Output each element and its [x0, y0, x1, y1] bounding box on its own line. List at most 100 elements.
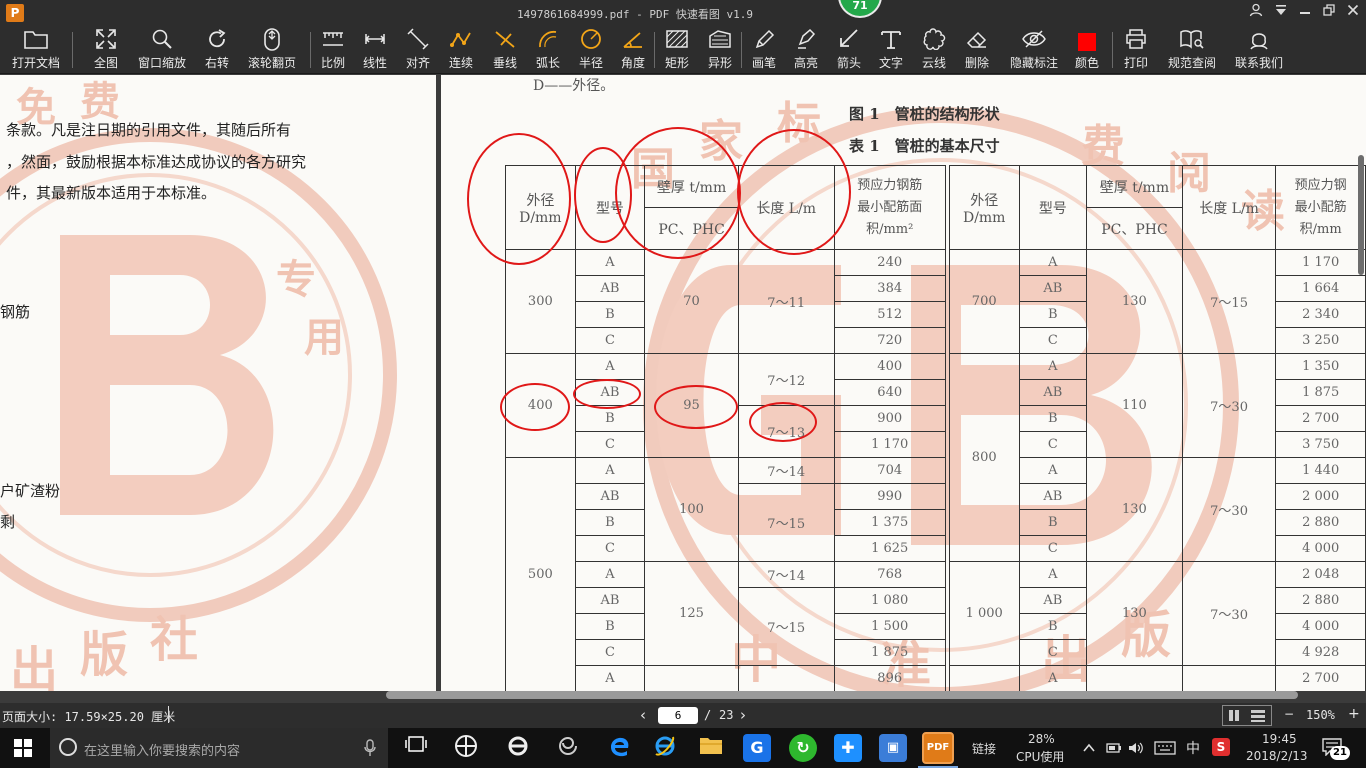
g-app-icon[interactable]: G [743, 734, 771, 762]
cell-type: C [574, 327, 646, 354]
taskbar-search-box[interactable]: 在这里输入你要搜索的内容 [50, 728, 388, 768]
watermark-char: 用 [304, 314, 344, 361]
cell-steel: 640 [833, 379, 946, 406]
ie-browser-icon[interactable] [504, 734, 532, 762]
pen-icon [749, 28, 779, 56]
restore-button[interactable] [1318, 3, 1340, 23]
horizontal-scrollbar[interactable] [386, 691, 1298, 699]
hide-annotation-button[interactable]: 隐藏标注 [1006, 28, 1062, 72]
swirl-app-icon[interactable] [554, 734, 582, 762]
link-label[interactable]: 链接 [972, 740, 996, 757]
photo-app-icon[interactable]: ▣ [879, 734, 907, 762]
next-page-button[interactable]: › [740, 706, 746, 724]
cell-type: C [574, 535, 646, 562]
highlight-button[interactable]: 高亮 [791, 28, 821, 72]
battery-icon[interactable] [1106, 740, 1122, 759]
print-button[interactable]: 打印 [1121, 28, 1151, 72]
cpu-percent: 28% [1028, 732, 1055, 746]
clock-time[interactable]: 19:45 [1262, 732, 1297, 746]
header-steel: 预应力钢筋 最小配筋面 积/mm² [833, 165, 946, 250]
keyboard-icon[interactable] [1154, 740, 1176, 759]
cell-steel-right: 1 664 [1275, 275, 1366, 302]
annotation-circle[interactable] [749, 402, 817, 442]
cell-type: AB [574, 275, 646, 302]
radius-button[interactable]: 半径 [576, 28, 606, 72]
cell-type-right: C [1018, 327, 1088, 354]
green-app-icon[interactable]: ↻ [789, 734, 817, 762]
zoom-level[interactable]: 150% [1306, 708, 1335, 722]
dropdown-menu-icon[interactable] [1270, 3, 1292, 23]
blue-plus-app-icon[interactable]: ✚ [834, 734, 862, 762]
annotation-circle[interactable] [467, 133, 571, 265]
zoom-out-button[interactable]: − [1284, 707, 1294, 721]
delete-button[interactable]: 删除 [962, 28, 992, 72]
irregular-button[interactable]: 异形 [705, 28, 735, 72]
ie-blue-icon[interactable] [651, 734, 679, 762]
text-button[interactable]: 文字 [876, 28, 906, 72]
arrow-button[interactable]: 箭头 [834, 28, 864, 72]
close-button[interactable] [1342, 3, 1364, 23]
rotate-right-icon [200, 28, 234, 56]
annotation-circle[interactable] [654, 385, 738, 429]
rotate-right-button[interactable]: 右转 [200, 28, 234, 72]
annotation-circle[interactable] [573, 379, 641, 409]
edge-browser-icon[interactable] [606, 734, 634, 762]
cell-diameter: 300 [505, 249, 576, 354]
page-number-input[interactable]: 6 [658, 707, 698, 724]
window-zoom-button[interactable]: 窗口缩放 [134, 28, 190, 72]
user-icon[interactable] [1245, 3, 1267, 23]
document-viewport[interactable]: 免 费 专 用 出 版 社 条款。凡是注日期的引用文件，其随后所有 ，然面，鼓励… [0, 75, 1366, 703]
rectangle-button[interactable]: 矩形 [662, 28, 692, 72]
file-explorer-icon[interactable] [697, 734, 725, 762]
start-button[interactable] [14, 739, 32, 761]
cell-length: 7～14 [737, 561, 835, 588]
contact-us-button[interactable]: 联系我们 [1231, 28, 1287, 72]
arc-length-button[interactable]: 弧长 [533, 28, 563, 72]
open-document-button[interactable]: 打开文档 [8, 28, 64, 72]
polygon-area-icon [705, 28, 735, 56]
scale-button[interactable]: 比例 [318, 28, 348, 72]
align-button[interactable]: 对齐 [403, 28, 433, 72]
pinwheel-app-icon[interactable] [452, 734, 480, 762]
volume-icon[interactable] [1128, 740, 1144, 759]
title-bar: P 1497861684999.pdf - PDF 快速看图 v1.9 71 [0, 0, 1366, 26]
clock-date[interactable]: 2018/2/13 [1246, 749, 1308, 763]
cell-type: B [574, 613, 646, 640]
color-button[interactable]: 颜色 [1072, 28, 1102, 72]
pdf-viewer-taskbar-icon[interactable]: PDF [922, 732, 954, 764]
annotation-circle[interactable] [615, 127, 741, 259]
cell-diameter: 500 [505, 457, 576, 691]
prev-page-button[interactable]: ‹ [640, 706, 646, 724]
linear-button[interactable]: 线性 [360, 28, 390, 72]
zoom-in-button[interactable]: + [1348, 706, 1360, 722]
chevron-up-icon[interactable] [1082, 740, 1096, 759]
minimize-button[interactable] [1294, 3, 1316, 23]
task-view-icon[interactable] [402, 734, 430, 762]
windows-logo-icon [14, 739, 32, 757]
toolbar-separator [741, 32, 742, 68]
sogou-ime-icon[interactable]: S [1212, 738, 1230, 756]
standard-lookup-button[interactable]: 规范查阅 [1164, 28, 1220, 72]
cell-steel-right: 1 875 [1275, 379, 1366, 406]
cell-wall [644, 665, 739, 691]
perpendicular-button[interactable]: 垂线 [490, 28, 520, 72]
pdf-viewer-window: P 1497861684999.pdf - PDF 快速看图 v1.9 71 打… [0, 0, 1366, 768]
cell-wall: 70 [644, 249, 739, 354]
continuous-button[interactable]: 连续 [446, 28, 476, 72]
radius-icon [576, 28, 606, 56]
fit-page-button[interactable]: 全图 [88, 28, 124, 72]
pen-button[interactable]: 画笔 [749, 28, 779, 72]
cell-type: A [574, 249, 646, 276]
annotation-circle[interactable] [500, 383, 570, 431]
cell-steel: 990 [833, 483, 946, 510]
vertical-scrollbar[interactable] [1358, 155, 1364, 275]
angle-button[interactable]: 角度 [618, 28, 648, 72]
perpendicular-icon [490, 28, 520, 56]
ime-indicator[interactable]: 中 [1186, 738, 1200, 758]
annotation-circle[interactable] [737, 129, 851, 255]
view-mode-toggle[interactable] [1222, 705, 1272, 726]
cell-diameter-right [948, 665, 1020, 691]
cloud-line-button[interactable]: 云线 [919, 28, 949, 72]
scroll-page-button[interactable]: 滚轮翻页 [244, 28, 300, 72]
toolbar-separator [654, 32, 655, 68]
